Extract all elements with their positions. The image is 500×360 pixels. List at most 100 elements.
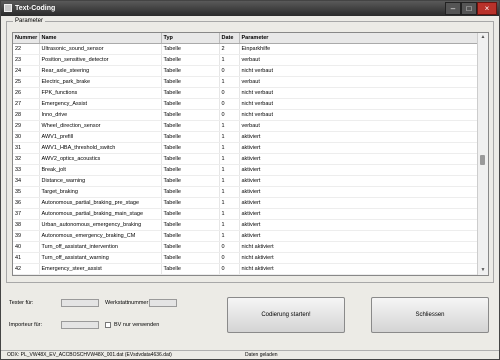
column-header-nummer[interactable]: Nummer [13, 33, 40, 44]
cell-parameter: Einparkhilfe [239, 43, 480, 55]
cell-typ: Tabelle [161, 175, 220, 187]
cell-name: Position_sensitive_detector [39, 54, 162, 66]
table-row[interactable]: 38 Urban_autonomous_emergency_braking Tabe… [13, 219, 480, 231]
cell-name: Break_jolt [39, 164, 162, 176]
bv-checkbox-label: BV nur verwenden [114, 322, 160, 328]
table-row[interactable]: 32 AWV2_optics_acoustics Tabelle 1 aktiviert [13, 153, 480, 165]
cell-parameter: aktiviert [239, 219, 480, 231]
table-row[interactable]: 43initiation_documentationTabelle1aktivi… [13, 274, 480, 275]
cell-nummer: 28 [13, 109, 40, 121]
column-header-typ[interactable]: Typ [161, 33, 220, 44]
importeur-label: Importeur für: [9, 322, 43, 328]
table-row[interactable]: 39 Autonomous_emergency_braking_CM Tabelle… [13, 230, 480, 242]
cell-typ: Tabelle [161, 76, 220, 88]
maximize-button[interactable]: □ [461, 2, 477, 15]
table-row[interactable]: 40 Turn_off_assistant_intervention Tabelle… [13, 241, 480, 253]
cell-date: 1 [219, 175, 240, 187]
cell-parameter: verbaut [239, 120, 480, 132]
cell-nummer: 31 [13, 142, 40, 154]
table-row[interactable]: 35 Target_braking Tabelle 1 aktiviert [13, 186, 480, 198]
cell-name: Wheel_direction_sensor [39, 120, 162, 132]
status-file-path: ODX: PL_VW48X_EV_ACCBOSCHVW48X_001.dat (… [7, 352, 172, 358]
cell-nummer: 42 [13, 263, 40, 275]
start-coding-button[interactable]: Codierung starten! [227, 297, 345, 333]
werkstattnummer-field[interactable] [149, 299, 177, 307]
column-header-date[interactable]: Date [219, 33, 240, 44]
table-row[interactable]: 34 Distance_warning Tabelle 1 aktiviert [13, 175, 480, 187]
cell-parameter: nicht verbaut [239, 87, 480, 99]
table-row[interactable]: 41 Turn_off_assistant_warning Tabelle 0 nich… [13, 252, 480, 264]
table-row[interactable]: 33 Break_jolt Tabelle 1 aktiviert [13, 164, 480, 176]
cell-nummer: 37 [13, 208, 40, 220]
cell-nummer: 34 [13, 175, 40, 187]
cell-typ: Tabelle [161, 153, 220, 165]
table-row[interactable]: 24 Rear_axle_steering Tabelle 0 nicht verbau… [13, 65, 480, 77]
minimize-button[interactable]: – [445, 2, 461, 15]
cell-date: 1 [219, 219, 240, 231]
cell-date: 0 [219, 65, 240, 77]
table-row[interactable]: 30 AWV1_prefill Tabelle 1 aktiviert [13, 131, 480, 143]
cell-parameter: nicht aktiviert [239, 241, 480, 253]
close-window-button[interactable]: × [477, 2, 497, 15]
cell-name: FPK_functions [39, 87, 162, 99]
cell-typ: Tabelle [161, 274, 220, 275]
cell-nummer: 41 [13, 252, 40, 264]
cell-name: Turn_off_assistant_warning [39, 252, 162, 264]
table-row[interactable]: 37 Autonomous_partial_braking_main_stage T… [13, 208, 480, 220]
cell-parameter: nicht verbaut [239, 109, 480, 121]
cell-date: 2 [219, 43, 240, 55]
cell-typ: Tabelle [161, 197, 220, 209]
cell-nummer: 22 [13, 43, 40, 55]
table-row[interactable]: 27 Emergency_Assist Tabelle 0 nicht verbaut [13, 98, 480, 110]
cell-date: 1 [219, 208, 240, 220]
cell-parameter: aktiviert [239, 230, 480, 242]
cell-date: 1 [219, 230, 240, 242]
cell-parameter: nicht aktiviert [239, 252, 480, 264]
cell-date: 0 [219, 252, 240, 264]
cell-nummer: 33 [13, 164, 40, 176]
close-button[interactable]: Schliessen [371, 297, 489, 333]
cell-nummer: 43 [13, 274, 40, 275]
importeur-field[interactable] [61, 321, 99, 329]
cell-date: 0 [219, 87, 240, 99]
table-row[interactable]: 36 Autonomous_partial_braking_pre_stage Ta… [13, 197, 480, 209]
table-row[interactable]: 22 Ultrasonic_sound_sensor Tabelle 2 Einpark… [13, 43, 480, 55]
cell-nummer: 32 [13, 153, 40, 165]
cell-typ: Tabelle [161, 109, 220, 121]
cell-date: 1 [219, 142, 240, 154]
table-row[interactable]: 23 Position_sensitive_detector Tabelle 1 ver… [13, 54, 480, 66]
scrollbar-thumb[interactable] [480, 155, 485, 165]
window-title: Text-Coding [15, 5, 56, 12]
scroll-down-arrow-icon[interactable]: ▼ [478, 266, 488, 275]
cell-date: 1 [219, 274, 240, 275]
table-row[interactable]: 28 Inno_drive Tabelle 0 nicht verbaut [13, 109, 480, 121]
table-row[interactable]: 26 FPK_functions Tabelle 0 nicht verbaut [13, 87, 480, 99]
cell-nummer: 35 [13, 186, 40, 198]
column-header-name[interactable]: Name [39, 33, 162, 44]
vertical-scrollbar[interactable]: ▲ ▼ [477, 33, 488, 275]
cell-name: Emergency_Assist [39, 98, 162, 110]
cell-parameter: aktiviert [239, 153, 480, 165]
cell-typ: Tabelle [161, 43, 220, 55]
cell-nummer: 27 [13, 98, 40, 110]
table-row[interactable]: 42 Emergency_steer_assist Tabelle 0 nicht ak… [13, 263, 480, 275]
werkstattnummer-label: Werkstattnummer [105, 300, 149, 306]
cell-nummer: 39 [13, 230, 40, 242]
cell-typ: Tabelle [161, 65, 220, 77]
table-row[interactable]: 31 AWV1_HBA_threshold_switch Tabelle 1 aktiv… [13, 142, 480, 154]
table-row[interactable]: 29 Wheel_direction_sensor Tabelle 1 verbaut [13, 120, 480, 132]
bv-checkbox[interactable] [105, 322, 111, 328]
cell-nummer: 25 [13, 76, 40, 88]
cell-date: 1 [219, 164, 240, 176]
scroll-up-arrow-icon[interactable]: ▲ [478, 33, 488, 42]
cell-name: AWV1_prefill [39, 131, 162, 143]
title-bar: Text-Coding – □ × [1, 1, 499, 16]
tester-field[interactable] [61, 299, 99, 307]
parameter-group-label: Parameter [13, 17, 46, 25]
column-header-parameter[interactable]: Parameter [239, 33, 480, 44]
cell-name: AWV2_optics_acoustics [39, 153, 162, 165]
parameter-table[interactable]: Nummer Name Typ Date Parameter 22 Ultraso… [12, 32, 489, 276]
cell-name: Turn_off_assistant_intervention [39, 241, 162, 253]
table-row[interactable]: 25 Electric_park_brake Tabelle 1 verbaut [13, 76, 480, 88]
cell-typ: Tabelle [161, 208, 220, 220]
